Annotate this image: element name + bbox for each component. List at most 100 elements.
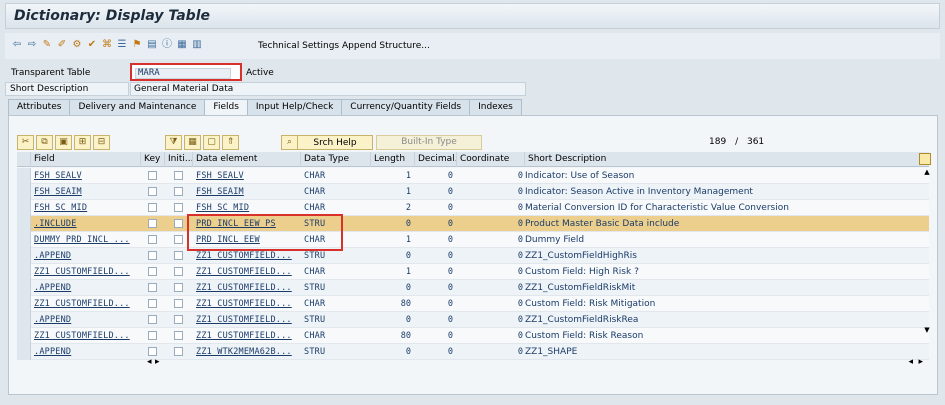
data-element-cell[interactable]: ZZ1_CUSTOMFIELD...	[196, 313, 300, 327]
display-change-icon[interactable]: ✐	[56, 39, 68, 51]
table-row[interactable]: .APPEND ZZ1_CUSTOMFIELD... STRU 0 0 0 ZZ1_Cust…	[17, 312, 929, 328]
col-initial[interactable]: Initi...	[165, 152, 193, 167]
column-config-icon[interactable]	[919, 153, 931, 165]
col-data-type[interactable]: Data Type	[301, 152, 371, 167]
row-selector[interactable]	[17, 280, 31, 296]
data-element-cell[interactable]: FSH_SEAIM	[196, 185, 300, 199]
row-selector[interactable]	[17, 168, 31, 184]
where-used-icon[interactable]: ⌘	[101, 39, 113, 51]
select-column-header[interactable]	[17, 152, 31, 167]
data-element-cell[interactable]: ZZ1_CUSTOMFIELD...	[196, 265, 300, 279]
key-checkbox[interactable]	[148, 299, 157, 308]
key-checkbox[interactable]	[148, 315, 157, 324]
initial-values-checkbox[interactable]	[174, 299, 183, 308]
sort-icon[interactable]: ⇑	[222, 135, 239, 150]
row-selector[interactable]	[17, 248, 31, 264]
table-row[interactable]: ZZ1_CUSTOMFIELD... ZZ1_CUSTOMFIELD... CHAR…	[17, 328, 929, 344]
field-name-cell[interactable]: FSH_SEALV	[34, 169, 140, 183]
info-icon[interactable]: ⓘ	[161, 39, 173, 51]
table-row[interactable]: FSH_SC_MID FSH_SC_MID CHAR 2 0 0 Material Conv…	[17, 200, 929, 216]
initial-values-checkbox[interactable]	[174, 171, 183, 180]
initial-values-checkbox[interactable]	[174, 219, 183, 228]
initial-values-checkbox[interactable]	[174, 267, 183, 276]
scroll-down-icon[interactable]: ▼	[921, 326, 933, 334]
field-name-cell[interactable]: .APPEND	[34, 281, 140, 295]
data-element-cell[interactable]: ZZ1_CUSTOMFIELD...	[196, 281, 300, 295]
row-selector[interactable]	[17, 312, 31, 328]
scroll-right-icon[interactable]: ▸	[155, 357, 160, 367]
col-field[interactable]: Field	[31, 152, 141, 167]
key-checkbox[interactable]	[148, 219, 157, 228]
check-icon[interactable]: ✔	[86, 39, 98, 51]
scroll-left-end-icon[interactable]: ◂	[908, 357, 913, 367]
scroll-right-end-icon[interactable]: ▸	[918, 357, 923, 367]
delete-row-icon[interactable]: ⊟	[93, 135, 110, 150]
table-row[interactable]: FSH_SEAIM FSH_SEAIM CHAR 1 0 0 Indicator: Seas…	[17, 184, 929, 200]
initial-values-checkbox[interactable]	[174, 283, 183, 292]
field-name-cell[interactable]: .INCLUDE	[34, 217, 140, 231]
row-selector[interactable]	[17, 296, 31, 312]
field-name-cell[interactable]: ZZ1_CUSTOMFIELD...	[34, 265, 140, 279]
key-checkbox[interactable]	[148, 235, 157, 244]
col-length[interactable]: Length	[371, 152, 415, 167]
search-help-button[interactable]: ⌕ Srch Help	[281, 135, 373, 150]
other-object-icon[interactable]: ✎	[41, 39, 53, 51]
tab-fields[interactable]: Fields	[204, 99, 248, 115]
scroll-up-icon[interactable]: ▲	[921, 168, 933, 176]
key-checkbox[interactable]	[148, 331, 157, 340]
table-row[interactable]: FSH_SEALV FSH_SEALV CHAR 1 0 0 Indicator: Use …	[17, 168, 929, 184]
initial-values-checkbox[interactable]	[174, 203, 183, 212]
table-row[interactable]: .APPEND ZZ1_CUSTOMFIELD... STRU 0 0 0 ZZ1_Cust…	[17, 280, 929, 296]
row-selector[interactable]	[17, 232, 31, 248]
initial-values-checkbox[interactable]	[174, 235, 183, 244]
tab-indexes[interactable]: Indexes	[469, 99, 522, 115]
field-name-cell[interactable]: .APPEND	[34, 249, 140, 263]
key-checkbox[interactable]	[148, 251, 157, 260]
initial-values-checkbox[interactable]	[174, 187, 183, 196]
row-selector[interactable]	[17, 200, 31, 216]
deselect-all-icon[interactable]: ▢	[203, 135, 220, 150]
key-checkbox[interactable]	[148, 347, 157, 356]
initial-values-checkbox[interactable]	[174, 251, 183, 260]
table-contents-icon[interactable]: ▦	[176, 39, 188, 51]
row-selector[interactable]	[17, 184, 31, 200]
field-name-cell[interactable]: FSH_SEAIM	[34, 185, 140, 199]
tab-attributes[interactable]: Attributes	[8, 99, 71, 115]
built-in-type-button[interactable]: Built-In Type	[376, 135, 482, 150]
row-selector[interactable]	[17, 328, 31, 344]
navigation-icon[interactable]: ⚑	[131, 39, 143, 51]
col-short-description[interactable]: Short Description	[525, 152, 915, 167]
scroll-left-icon[interactable]: ◂	[147, 357, 152, 367]
key-checkbox[interactable]	[148, 203, 157, 212]
table-row[interactable]: ZZ1_CUSTOMFIELD... ZZ1_CUSTOMFIELD... CHAR…	[17, 296, 929, 312]
data-element-cell[interactable]: ZZ1_CUSTOMFIELD...	[196, 249, 300, 263]
short-description-field[interactable]: General Material Data	[130, 82, 526, 96]
object-list-icon[interactable]: ☰	[116, 39, 128, 51]
field-name-cell[interactable]: ZZ1_CUSTOMFIELD...	[34, 329, 140, 343]
initial-values-checkbox[interactable]	[174, 347, 183, 356]
row-selector[interactable]	[17, 216, 31, 232]
col-coordinate[interactable]: Coordinate	[457, 152, 525, 167]
tab-delivery-maintenance[interactable]: Delivery and Maintenance	[69, 99, 206, 115]
cut-icon[interactable]: ✂	[17, 135, 34, 150]
col-key[interactable]: Key	[141, 152, 165, 167]
filter-icon[interactable]: ⧩	[165, 135, 182, 150]
table-name-field[interactable]: MARA	[135, 68, 231, 79]
back-arrow-icon[interactable]: ⇦	[11, 39, 23, 51]
initial-values-checkbox[interactable]	[174, 315, 183, 324]
data-element-cell[interactable]: FSH_SEALV	[196, 169, 300, 183]
layout-icon[interactable]: ▥	[191, 39, 203, 51]
hierarchy-icon[interactable]: ▤	[146, 39, 158, 51]
initial-values-checkbox[interactable]	[174, 331, 183, 340]
row-selector[interactable]	[17, 344, 31, 360]
key-checkbox[interactable]	[148, 171, 157, 180]
row-selector[interactable]	[17, 264, 31, 280]
col-decimal[interactable]: Decimal...	[415, 152, 457, 167]
col-data-element[interactable]: Data element	[193, 152, 301, 167]
copy-icon[interactable]: ⧉	[36, 135, 53, 150]
insert-row-icon[interactable]: ⊞	[74, 135, 91, 150]
field-name-cell[interactable]: FSH_SC_MID	[34, 201, 140, 215]
append-structure-button[interactable]: Append Structure...	[342, 41, 430, 51]
data-element-cell[interactable]: ZZ1_CUSTOMFIELD...	[196, 329, 300, 343]
horizontal-scrollbar[interactable]: ◂ ▸ ◂ ▸	[147, 357, 925, 367]
